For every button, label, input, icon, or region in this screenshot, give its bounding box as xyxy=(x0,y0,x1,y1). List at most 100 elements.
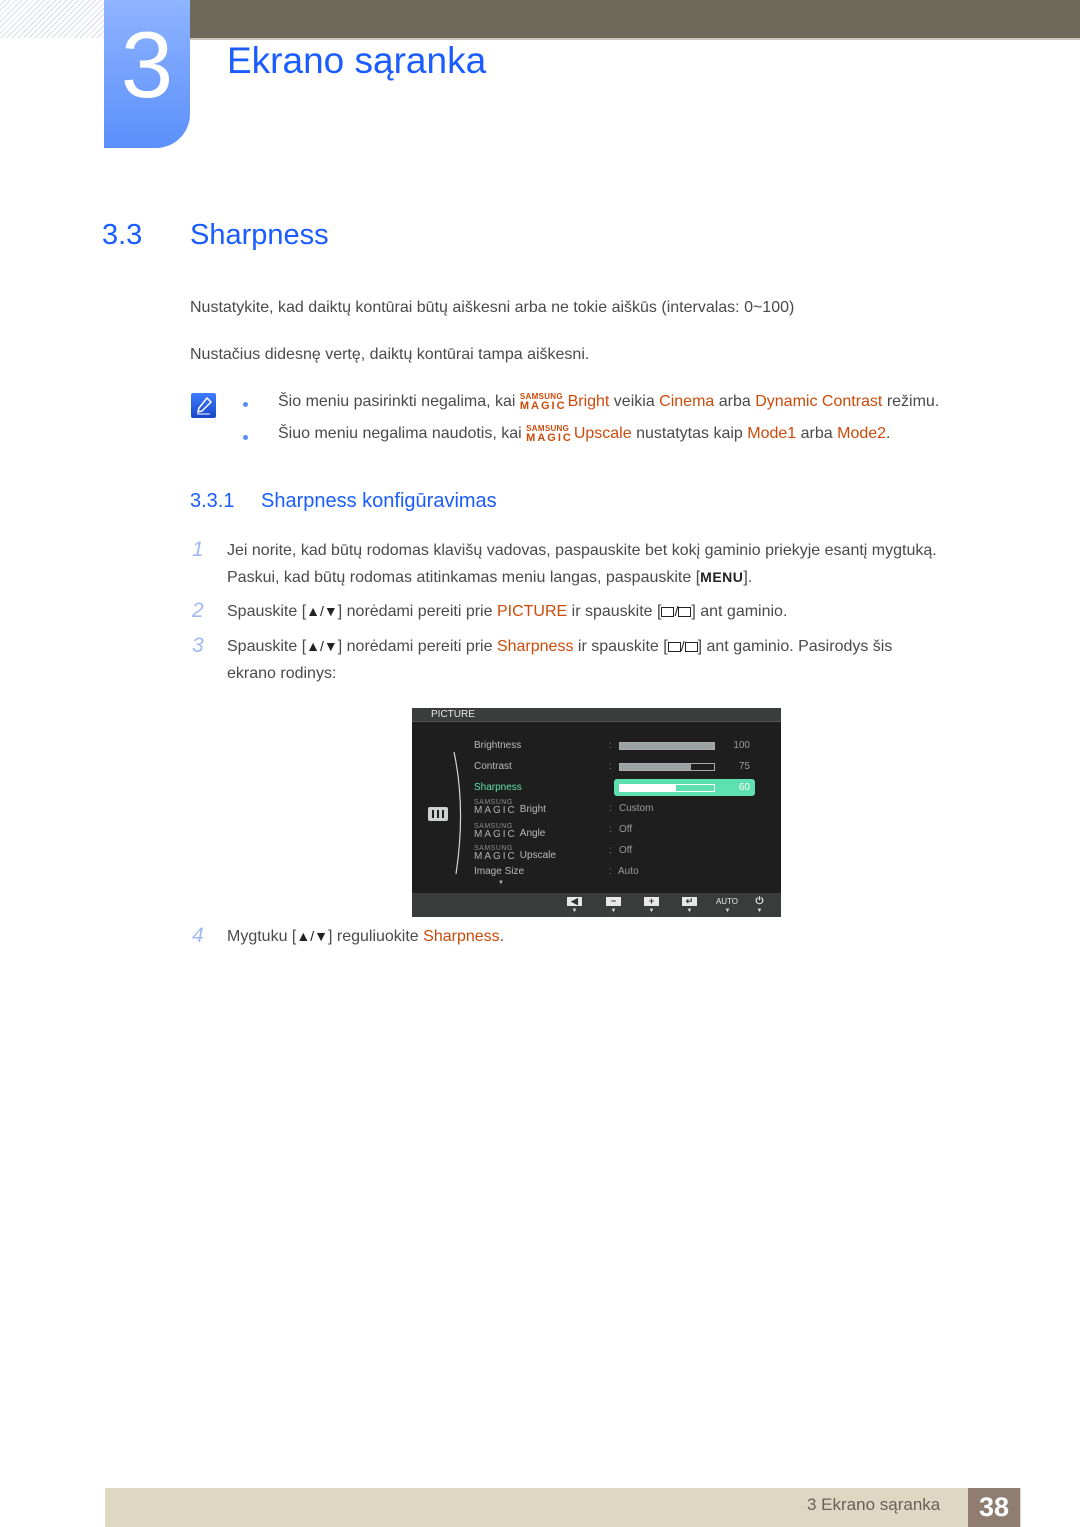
step-text-part: ] norėdami pereiti prie xyxy=(337,603,497,620)
magic-logo-bottom: MAGIC xyxy=(474,851,517,862)
up-down-arrow-icon: ▲/▼ xyxy=(306,603,338,619)
enter-button-icon xyxy=(684,642,698,652)
note-highlight: Mode1 xyxy=(747,425,797,442)
note-highlight: Dynamic Contrast xyxy=(755,393,883,410)
step-number: 4 xyxy=(192,924,204,947)
button-indicator-icon: ▼ xyxy=(571,908,578,914)
header-hatch-decoration xyxy=(0,0,104,38)
step-text-part: ir spauskite [ xyxy=(573,638,668,655)
step-text: Paskui, kad būtų rodomas atitinkamas men… xyxy=(227,569,752,587)
step-number: 1 xyxy=(192,538,204,561)
osd-item-contrast[interactable]: Contrast xyxy=(474,761,512,772)
minus-icon[interactable]: − xyxy=(606,897,621,906)
step-text-part: ] ant gaminio. xyxy=(691,603,788,620)
osd-item-label: Bright xyxy=(519,804,546,815)
samsung-magic-logo: SAMSUNG MAGIC xyxy=(474,799,517,816)
magic-logo-bottom: MAGIC xyxy=(526,432,573,444)
button-indicator-icon: ▼ xyxy=(756,908,763,914)
osd-item-magic-upscale[interactable]: SAMSUNG MAGIC Upscale xyxy=(474,845,556,862)
menu-key-icon: MENU xyxy=(700,569,744,585)
osd-screen: PICTURE Brightness : 100 Contrast : 75 S… xyxy=(412,708,781,917)
osd-value: 60 xyxy=(738,782,750,793)
step-text: Jei norite, kad būtų rodomas klavišų vad… xyxy=(227,542,937,559)
samsung-magic-logo: SAMSUNG MAGIC xyxy=(520,393,567,412)
chapter-title: Ekrano sąranka xyxy=(227,40,487,81)
osd-scroll-arc xyxy=(453,751,462,875)
page-number: 38 xyxy=(968,1488,1020,1527)
section-paragraph: Nustatykite, kad daiktų kontūrai būtų ai… xyxy=(190,299,795,316)
step-text-part: . xyxy=(499,928,505,945)
osd-colon: : xyxy=(609,740,612,751)
osd-item-brightness[interactable]: Brightness xyxy=(474,740,521,751)
source-button-icon xyxy=(661,607,675,617)
osd-button-bar: ◀ ▼ − ▼ + ▼ ↵ ▼ AUTO ▼ ⏻ ▼ xyxy=(412,893,781,917)
auto-icon[interactable]: AUTO xyxy=(713,897,741,906)
step-number: 3 xyxy=(192,634,204,657)
note-feature: Upscale xyxy=(573,425,632,442)
osd-slider-brightness[interactable] xyxy=(619,742,715,750)
osd-title: PICTURE xyxy=(431,709,475,720)
section-paragraph: Nustačius didesnę vertę, daiktų kontūrai… xyxy=(190,346,590,363)
magic-logo-bottom: MAGIC xyxy=(474,805,517,816)
magic-logo-bottom: MAGIC xyxy=(519,400,567,412)
note-text: arba xyxy=(796,425,838,442)
osd-value: Off xyxy=(619,845,633,856)
step-text-part: Paskui, kad būtų rodomas atitinkamas men… xyxy=(227,569,701,586)
osd-colon: : xyxy=(609,824,612,835)
note-text: veikia xyxy=(609,393,660,410)
note-highlight: Mode2 xyxy=(837,425,887,442)
osd-slider-fill xyxy=(620,785,677,791)
note-feature: Bright xyxy=(567,393,610,410)
step-text-part: Spauskite [ xyxy=(227,603,307,620)
power-icon[interactable]: ⏻ xyxy=(752,897,767,907)
osd-value: 75 xyxy=(738,761,750,772)
osd-colon: : xyxy=(609,866,612,877)
osd-picture-category-icon xyxy=(428,807,448,821)
osd-item-magic-angle[interactable]: SAMSUNG MAGIC Angle xyxy=(474,823,545,840)
step-text-part: ir spauskite [ xyxy=(567,603,662,620)
step-text-part: Mygtuku [ xyxy=(227,928,297,945)
osd-slider-contrast[interactable] xyxy=(619,763,715,771)
magic-logo-bottom: MAGIC xyxy=(474,829,517,840)
step-text: Spauskite [▲/▼] norėdami pereiti prie PI… xyxy=(227,603,787,621)
enter-icon[interactable]: ↵ xyxy=(682,897,697,906)
note-text: Šio meniu pasirinkti negalima, kai xyxy=(278,393,520,410)
enter-button-icon xyxy=(678,607,692,617)
button-indicator-icon: ▼ xyxy=(686,908,693,914)
left-arrow-icon[interactable]: ◀ xyxy=(567,897,582,906)
bullet-icon xyxy=(243,435,248,440)
chapter-badge: 3 xyxy=(104,0,190,148)
note-text: arba xyxy=(714,393,756,410)
step-text: Spauskite [▲/▼] norėdami pereiti prie Sh… xyxy=(227,638,892,656)
osd-item-label: Upscale xyxy=(519,850,556,861)
step-text-part: ] norėdami pereiti prie xyxy=(337,638,497,655)
section-number: 3.3 xyxy=(102,219,143,251)
step-text-part: ] reguliuokite xyxy=(327,928,424,945)
osd-item-sharpness[interactable]: Sharpness xyxy=(474,782,522,793)
osd-value: Off xyxy=(619,824,633,835)
button-indicator-icon: ▼ xyxy=(648,908,655,914)
osd-item-magic-bright[interactable]: SAMSUNG MAGIC Bright xyxy=(474,799,546,816)
step-text: ekrano rodinys: xyxy=(227,665,337,682)
osd-colon: : xyxy=(609,803,612,814)
step-text: Mygtuku [▲/▼] reguliuokite Sharpness. xyxy=(227,928,504,946)
osd-slider-fill xyxy=(620,764,691,770)
osd-colon: : xyxy=(609,845,612,856)
osd-slider-sharpness[interactable] xyxy=(619,784,715,792)
step-highlight: PICTURE xyxy=(496,603,568,620)
note-item: Šio meniu pasirinkti negalima, kai SAMSU… xyxy=(278,393,939,412)
osd-more-arrow-icon[interactable]: ▼ xyxy=(498,880,504,886)
subsection-number: 3.3.1 xyxy=(190,490,235,512)
step-highlight: Sharpness xyxy=(423,928,500,945)
osd-item-image-size[interactable]: Image Size xyxy=(474,866,524,877)
osd-colon: : xyxy=(609,761,612,772)
up-down-arrow-icon: ▲/▼ xyxy=(306,638,338,654)
plus-icon[interactable]: + xyxy=(644,897,659,906)
note-text: režimu. xyxy=(882,393,940,410)
source-button-icon xyxy=(667,642,681,652)
button-indicator-icon: ▼ xyxy=(724,908,731,914)
note-text: nustatytas kaip xyxy=(631,425,748,442)
osd-slider-fill xyxy=(620,743,714,749)
up-down-arrow-icon: ▲/▼ xyxy=(296,928,328,944)
section-title: Sharpness xyxy=(190,219,329,251)
